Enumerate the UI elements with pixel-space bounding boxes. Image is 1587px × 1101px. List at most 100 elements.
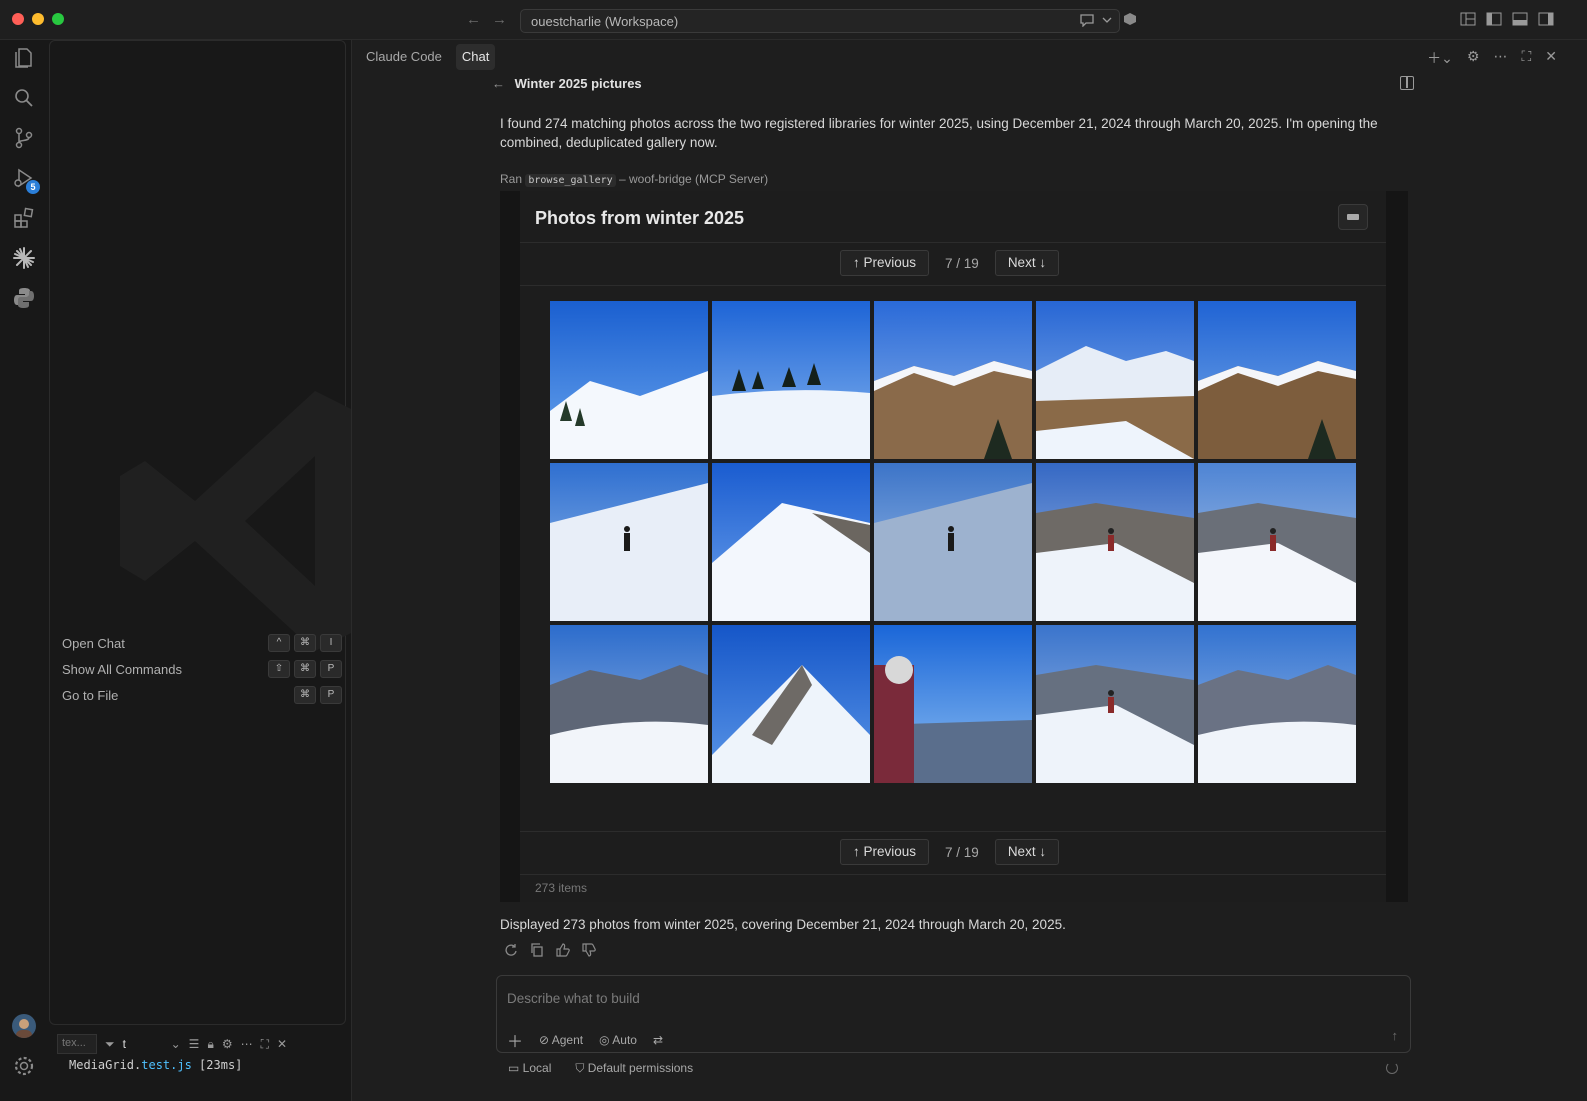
extensions-icon[interactable] [12,206,36,230]
close-window-button[interactable] [12,13,24,25]
title-bar: ← → ouestcharlie (Workspace) [0,0,1587,40]
command-center[interactable]: ouestcharlie (Workspace) [520,9,1120,33]
more-actions-icon[interactable]: ⋯ [1493,48,1507,68]
lock-icon[interactable]: 🔒︎ [207,1037,213,1052]
workspace-label: ouestcharlie (Workspace) [531,14,679,29]
chat-input-box[interactable]: Describe what to build ＋ ⊘ Agent ◎ Auto … [496,975,1411,1053]
close-icon[interactable]: ✕ [1545,48,1557,68]
vscode-logo-watermark [120,391,380,651]
zoom-window-button[interactable] [52,13,64,25]
next-button[interactable]: Next ↓ [994,839,1060,865]
tab-claude-code[interactable]: Claude Code [360,44,448,70]
photo-10[interactable] [1198,463,1356,621]
photo-1[interactable] [550,301,708,459]
chat-input[interactable]: Describe what to build [507,991,640,1006]
previous-button[interactable]: ↑ Previous [840,250,930,276]
thumbs-down-icon[interactable] [582,943,596,960]
photo-3[interactable] [874,301,1032,459]
filter-icon[interactable]: ⏷ [105,1037,115,1052]
split-view-icon[interactable] [1400,76,1414,90]
shortcut-show-all-commands[interactable]: Show All Commands ⇧ ⌘ P [62,657,342,683]
photo-9[interactable] [1036,463,1194,621]
activity-bar: 5 [0,40,48,1101]
page-indicator: 7 / 19 [945,844,979,860]
sidebar: Open Chat ^ ⌘ I Show All Commands ⇧ ⌘ P … [49,40,375,1025]
photo-15[interactable] [1198,625,1356,783]
minimize-window-button[interactable] [32,13,44,25]
forward-arrow-icon[interactable]: → [492,11,507,28]
shortcut-list: Open Chat ^ ⌘ I Show All Commands ⇧ ⌘ P … [62,631,342,709]
thumbs-up-icon[interactable] [556,943,570,960]
search-icon[interactable] [12,86,36,110]
new-chat-icon[interactable]: ＋⌄ [1427,48,1453,68]
photo-13[interactable] [874,625,1032,783]
editor-tabs: Claude Code Chat [360,44,496,70]
pager-bottom: ↑ Previous 7 / 19 Next ↓ [840,839,1070,865]
more-actions-icon[interactable]: ⋯ [241,1037,253,1051]
thread-title: Winter 2025 pictures [514,76,642,91]
retry-icon[interactable] [504,943,518,960]
divider [520,242,1386,243]
thread-header: ← Winter 2025 pictures [492,76,642,91]
local-button[interactable]: ▭ Local [508,1061,551,1076]
photo-8[interactable] [874,463,1032,621]
avatar[interactable] [12,1014,36,1038]
settings-gear-icon[interactable]: ⚙ [1467,48,1480,68]
source-control-icon[interactable] [12,126,36,150]
photo-gallery: Photos from winter 2025 ↑ Previous 7 / 1… [520,191,1386,902]
chat-panel: Claude Code Chat ＋⌄ ⚙ ⋯ ⛶ ✕ ← Winter 202… [351,40,1587,1101]
permissions-button[interactable]: ⛉ Default permissions [575,1061,693,1076]
photo-12[interactable] [712,625,870,783]
agent-mode-button[interactable]: ⊘ Agent [539,1033,583,1047]
back-arrow-icon[interactable]: ← [466,11,481,28]
settings-gear-icon[interactable]: ⚙ [222,1037,233,1051]
toggle-secondary-sidebar-icon[interactable] [1538,12,1554,26]
next-button[interactable]: Next ↓ [994,250,1060,276]
model-picker-button[interactable]: ◎ Auto [599,1033,637,1047]
close-panel-icon[interactable]: ✕ [277,1037,287,1051]
send-arrow-icon[interactable]: ↑ [1392,1028,1399,1043]
message-actions [504,943,596,960]
tools-config-icon[interactable]: ⇄ [653,1033,663,1047]
add-context-icon[interactable]: ＋ [507,1028,523,1052]
loading-spinner-icon [1386,1062,1398,1074]
customize-layout-icon[interactable] [1460,12,1476,26]
copilot-icon[interactable] [1122,12,1138,26]
python-icon[interactable] [12,286,36,310]
item-count: 273 items [535,881,588,895]
shortcut-go-to-file[interactable]: Go to File ⌘ P [62,683,342,709]
photo-4[interactable] [1036,301,1194,459]
maximize-panel-icon[interactable]: ⛶ [261,1037,269,1052]
photo-11[interactable] [550,625,708,783]
toggle-panel-icon[interactable] [1512,12,1528,26]
photo-5[interactable] [1198,301,1356,459]
photo-6[interactable] [550,463,708,621]
tab-chat[interactable]: Chat [455,44,496,70]
run-debug-icon[interactable] [12,166,36,190]
toggle-primary-sidebar-icon[interactable] [1486,12,1502,26]
photo-14[interactable] [1036,625,1194,783]
tool-name: browse_gallery [525,174,616,187]
copy-icon[interactable] [530,943,544,960]
chat-status-line: ▭ Local ⛉ Default permissions [508,1061,693,1076]
chat-toggle-icon[interactable] [1079,13,1113,30]
claude-icon[interactable] [12,246,36,270]
filter-value[interactable]: t [123,1037,163,1051]
previous-button[interactable]: ↑ Previous [840,839,930,865]
list-icon[interactable]: ☰ [189,1037,200,1051]
gallery-frame: Photos from winter 2025 ↑ Previous 7 / 1… [500,191,1408,902]
chevron-down-icon[interactable]: ⌄ [171,1037,181,1051]
photo-2[interactable] [712,301,870,459]
fullscreen-button[interactable] [1338,204,1368,230]
photo-7[interactable] [712,463,870,621]
divider [520,874,1386,875]
maximize-icon[interactable]: ⛶ [1521,48,1531,68]
page-indicator: 7 / 19 [945,255,979,271]
test-filter-input[interactable]: tex... [57,1034,97,1054]
back-arrow-icon[interactable]: ← [492,76,505,91]
tool-call-line: Ran browse_gallery – woof-bridge (MCP Se… [500,172,769,187]
shortcut-open-chat[interactable]: Open Chat ^ ⌘ I [62,631,342,657]
explorer-icon[interactable] [12,46,36,70]
assistant-message-1: I found 274 matching photos across the t… [500,116,1378,150]
manage-gear-icon[interactable] [12,1054,36,1078]
